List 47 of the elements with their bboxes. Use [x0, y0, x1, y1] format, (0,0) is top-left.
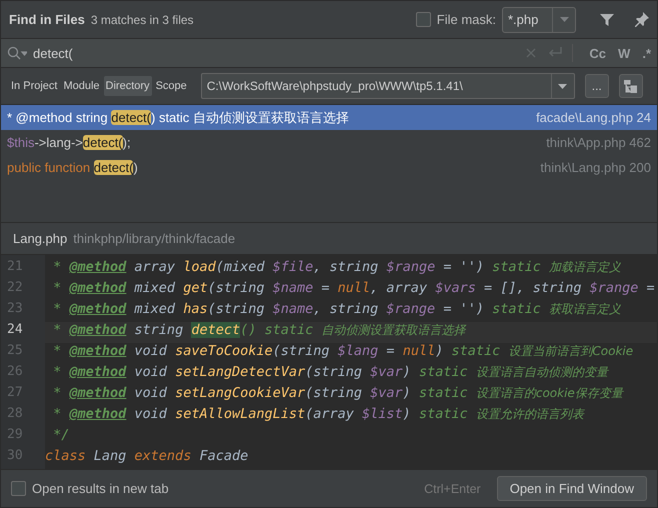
file-mask-checkbox[interactable]: [416, 12, 431, 27]
scope-tab[interactable]: In Project: [9, 76, 60, 96]
file-mask-label: File mask:: [436, 12, 496, 27]
match-summary: 3 matches in 3 files: [90, 12, 194, 26]
scope-tab[interactable]: Module: [61, 76, 102, 96]
result-location: think\Lang.php 200: [540, 160, 651, 175]
new-tab-label: Open results in new tab: [32, 481, 169, 496]
caret-icon: [560, 17, 568, 22]
code-line: */: [52, 427, 70, 445]
new-tab-checkbox[interactable]: [11, 481, 26, 496]
clear-icon[interactable]: [526, 48, 536, 58]
tree-view-button[interactable]: [618, 74, 643, 98]
newline-icon[interactable]: [548, 47, 562, 59]
preview-file-path: thinkphp/library/think/facade: [73, 231, 236, 246]
search-option-toggle[interactable]: .*: [642, 46, 651, 60]
code-line: * @method array load(mixed $file, string $range = '') static 加载语言定义: [52, 259, 622, 277]
directory-input[interactable]: C:\WorkSoftWare\phpstudy_pro\WWW\tp5.1.41\: [202, 79, 551, 93]
caret-icon[interactable]: [558, 84, 568, 88]
result-location: think\App.php 462: [546, 135, 651, 150]
search-field[interactable]: detect(: [33, 46, 520, 60]
search-icon[interactable]: [7, 46, 27, 60]
file-mask-dropdown[interactable]: *.php: [502, 6, 576, 32]
code-line: * @method mixed has(string $name, string $range = '') static 获取语言定义: [52, 301, 622, 319]
result-location: facade\Lang.php 24: [536, 110, 651, 125]
code-line: * @method void saveToCookie(string $lang = null) static 设置当前语言到Cookie: [52, 343, 634, 361]
search-option-toggle[interactable]: W: [618, 46, 630, 60]
result-row[interactable]: * @method string detect() static 自动侦测设置获取语言选择 facade\Lang.php 24: [1, 105, 657, 130]
filter-icon[interactable]: [600, 12, 614, 26]
code-line: class Lang extends Facade: [45, 448, 250, 466]
shortcut-hint: Ctrl+Enter: [424, 482, 481, 496]
open-in-find-window-button[interactable]: Open in Find Window: [496, 476, 647, 501]
result-text: * @method string detect() static 自动侦测设置获取语言选择: [7, 108, 349, 126]
search-option-toggle[interactable]: Cc: [589, 46, 606, 60]
pin-icon[interactable]: [634, 12, 649, 27]
preview-file-name: Lang.php: [13, 231, 68, 246]
line-number: 24: [6, 322, 24, 339]
code-line: * @method void setLangCookieVar(string $var) static 设置语言的cookie保存变量: [52, 385, 625, 403]
scope-tab[interactable]: Directory: [104, 76, 152, 96]
directory-field[interactable]: C:\WorkSoftWare\phpstudy_pro\WWW\tp5.1.41\: [200, 73, 575, 99]
tree-icon: [624, 80, 638, 92]
code-line: * @method void setLangDetectVar(string $var) static 设置语言自动侦测的变量: [52, 364, 610, 382]
dialog-title: Find in Files: [9, 12, 85, 27]
code-line: * @method void setAllowLangList(array $list) static 设置允许的语言列表: [52, 406, 586, 424]
browse-button[interactable]: ...: [584, 74, 609, 98]
code-line: * @method mixed get(string $name = null, array $vars = [], string $range =: [52, 280, 656, 298]
search-bar[interactable]: detect( Cc W .*: [1, 39, 657, 68]
scope-tab[interactable]: Scope: [154, 76, 189, 96]
